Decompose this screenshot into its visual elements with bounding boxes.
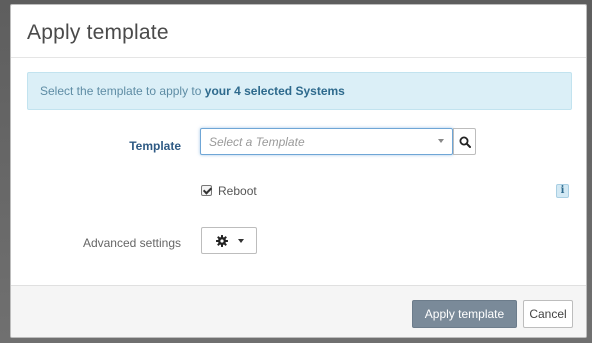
- reboot-checkbox[interactable]: [201, 185, 212, 196]
- info-icon[interactable]: i: [556, 184, 569, 198]
- template-label: Template: [129, 139, 181, 153]
- advanced-settings-label: Advanced settings: [82, 236, 181, 250]
- advanced-settings-dropdown[interactable]: [201, 227, 257, 254]
- gear-icon: [216, 235, 228, 247]
- template-search-button[interactable]: [453, 128, 476, 155]
- dialog-footer: Apply template Cancel: [11, 285, 586, 337]
- alert-text: Select the template to apply to: [40, 84, 205, 98]
- alert-selected-systems: your 4 selected Systems: [204, 84, 345, 98]
- apply-template-dialog: Apply template Select the template to ap…: [10, 4, 587, 338]
- caret-down-icon: [238, 239, 244, 243]
- dialog-title: Apply template: [27, 21, 169, 44]
- reboot-label: Reboot: [218, 184, 257, 198]
- info-alert: Select the template to apply to your 4 s…: [27, 72, 572, 110]
- cancel-button[interactable]: Cancel: [523, 300, 573, 328]
- template-select[interactable]: Select a Template: [200, 128, 453, 155]
- reboot-option: Reboot: [201, 184, 257, 198]
- template-select-placeholder: Select a Template: [209, 135, 305, 149]
- chevron-down-icon: [438, 139, 444, 143]
- dialog-header: Apply template: [11, 5, 586, 58]
- search-icon: [459, 136, 471, 148]
- apply-template-button[interactable]: Apply template: [412, 300, 517, 328]
